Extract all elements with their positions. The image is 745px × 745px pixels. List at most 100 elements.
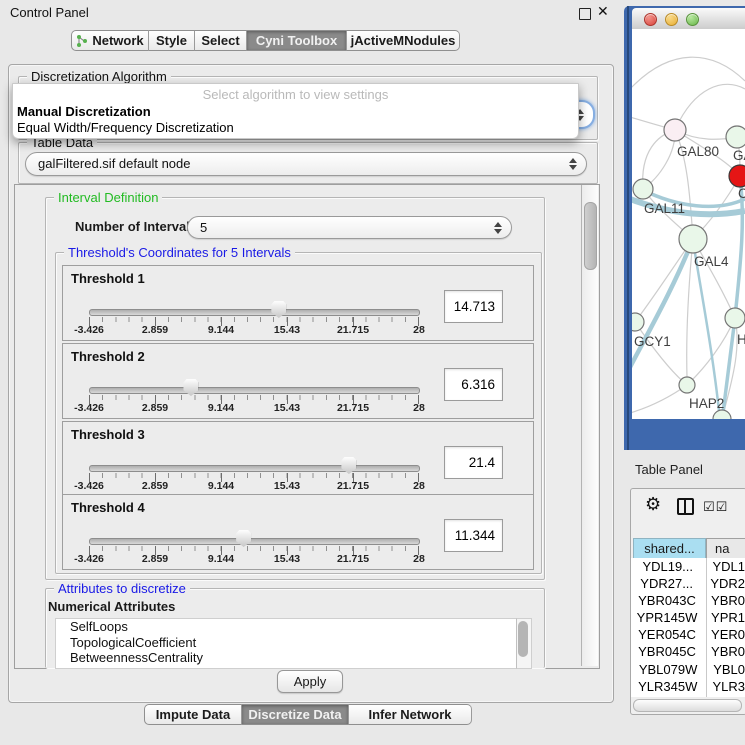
node-hap2[interactable] xyxy=(679,377,695,393)
slider-track[interactable] xyxy=(89,387,420,394)
cell-shared-name[interactable]: YBR043C xyxy=(631,592,703,609)
node-label: GA xyxy=(733,148,745,163)
table-row[interactable]: YDL19...YDL1 xyxy=(631,558,745,575)
threshold-label: Threshold 3 xyxy=(71,427,145,442)
slider-tick-labels: -3.4262.8599.14415.4321.71528 xyxy=(89,480,419,492)
node-gal11[interactable] xyxy=(633,179,653,199)
slider-tick-labels: -3.4262.8599.14415.4321.71528 xyxy=(89,324,419,336)
popup-item-manual-discretization[interactable]: Manual Discretization xyxy=(17,104,151,119)
node-gal80[interactable] xyxy=(664,119,686,141)
node-label: H xyxy=(737,332,745,347)
table-row[interactable]: YBR045CYBR0 xyxy=(631,643,745,660)
list-item[interactable]: SelfLoops xyxy=(56,619,517,635)
column-header-name[interactable]: na xyxy=(706,538,745,559)
minimize-traffic-light[interactable] xyxy=(665,13,678,26)
threshold-label: Threshold 1 xyxy=(71,271,145,286)
list-item[interactable]: BetweennessCentrality xyxy=(56,650,517,666)
close-traffic-light[interactable] xyxy=(644,13,657,26)
attributes-list-scrollbar-thumb[interactable] xyxy=(518,621,528,657)
zoom-traffic-light[interactable] xyxy=(686,13,699,26)
table-row[interactable]: YDR27...YDR2 xyxy=(631,575,745,592)
threshold-value-input[interactable]: 11.344 xyxy=(444,519,503,552)
app-root: { "titlebar": { "title": "Control Panel"… xyxy=(0,0,745,745)
apply-button[interactable]: Apply xyxy=(277,670,343,693)
cell-name[interactable]: YDR2 xyxy=(702,575,745,592)
close-icon[interactable]: ✕ xyxy=(597,3,609,20)
slider-tick-labels: -3.4262.8599.14415.4321.71528 xyxy=(89,402,419,414)
threshold-value-input[interactable]: 21.4 xyxy=(444,446,503,479)
table-data-combobox[interactable]: galFiltered.sif default node xyxy=(25,152,587,176)
threshold-value-input[interactable]: 14.713 xyxy=(444,290,503,323)
cell-name[interactable]: YER0 xyxy=(703,626,745,643)
cell-shared-name[interactable]: YLR345W xyxy=(631,678,704,695)
cell-name[interactable]: YIL0 xyxy=(706,695,741,697)
tab-jactivemnodules[interactable]: jActiveMNodules xyxy=(347,30,460,51)
node-h[interactable] xyxy=(725,308,745,328)
gear-icon[interactable]: ⚙ xyxy=(645,495,661,513)
cell-name[interactable]: YLR3 xyxy=(704,678,745,695)
cell-name[interactable]: YBR0 xyxy=(703,643,745,660)
threshold-value-input[interactable]: 6.316 xyxy=(444,368,503,401)
table-row[interactable]: YBR043CYBR0 xyxy=(631,592,745,609)
algorithm-popup: Select algorithm to view settings Manual… xyxy=(12,83,579,139)
num-intervals-combobox[interactable]: 5 xyxy=(187,216,512,239)
cell-shared-name[interactable]: YDL19... xyxy=(631,558,704,575)
tab-infer-network[interactable]: Infer Network xyxy=(349,704,472,725)
node-red-selected[interactable] xyxy=(729,165,745,187)
node-label: GCY1 xyxy=(634,334,671,349)
bottom-tab-bar: Impute Data Discretize Data Infer Networ… xyxy=(144,704,472,725)
cell-shared-name[interactable]: YDR27... xyxy=(631,575,702,592)
table-row[interactable]: YER054CYER0 xyxy=(631,626,745,643)
table-row[interactable]: YBL079WYBL0 xyxy=(631,661,745,678)
node-label: GAL4 xyxy=(694,254,729,269)
tab-jactivemnodules-label: jActiveMNodules xyxy=(351,30,456,51)
table-row[interactable]: YLR345WYLR3 xyxy=(631,678,745,695)
node-label: GAL80 xyxy=(677,144,719,159)
tab-style[interactable]: Style xyxy=(149,30,195,51)
threshold-3-panel: Threshold 3 -3.4262.8599.14415.4321.7152… xyxy=(62,421,534,497)
table-panel-title: Table Panel xyxy=(635,462,703,477)
network-window[interactable]: GAL80 GA C GAL11 GAL4 GCY1 H HAP2 xyxy=(624,6,745,450)
cell-shared-name[interactable]: YPR145W xyxy=(631,609,703,626)
popup-item-equal-width-frequency[interactable]: Equal Width/Frequency Discretization xyxy=(17,120,234,135)
cell-shared-name[interactable]: YBL079W xyxy=(631,661,705,678)
node-ga[interactable] xyxy=(726,126,745,148)
cell-shared-name[interactable]: YBR045C xyxy=(631,643,703,660)
cell-name[interactable]: YDL1 xyxy=(704,558,745,575)
cell-shared-name[interactable]: YER054C xyxy=(631,626,703,643)
slider-track[interactable] xyxy=(89,538,420,545)
network-window-titlebar[interactable] xyxy=(632,8,745,30)
cell-name[interactable]: YPR1 xyxy=(703,609,745,626)
window-frame-edge xyxy=(627,6,629,450)
node-gal4[interactable] xyxy=(679,225,707,253)
tab-select[interactable]: Select xyxy=(195,30,247,51)
tab-network[interactable]: Network xyxy=(71,30,149,51)
cell-name[interactable]: YBL0 xyxy=(705,661,745,678)
slider-track[interactable] xyxy=(89,309,420,316)
node-gcy1[interactable] xyxy=(632,313,644,331)
top-tab-bar: Network Style Select Cyni Toolbox jActiv… xyxy=(71,30,460,51)
cell-name[interactable]: YBR0 xyxy=(703,592,745,609)
vertical-scrollbar-thumb[interactable] xyxy=(584,202,597,270)
float-window-icon[interactable] xyxy=(579,8,591,20)
cell-shared-name[interactable]: YIL052C xyxy=(631,695,706,697)
tab-discretize-data[interactable]: Discretize Data xyxy=(242,704,349,725)
node-label: HAP2 xyxy=(689,396,724,411)
table-row[interactable]: YPR145WYPR1 xyxy=(631,609,745,626)
network-icon xyxy=(76,35,88,47)
slider-track[interactable] xyxy=(89,465,420,472)
tab-impute-data[interactable]: Impute Data xyxy=(144,704,242,725)
list-item[interactable]: TopologicalCoefficient xyxy=(56,635,517,651)
table-row[interactable]: YIL052CYIL0 xyxy=(631,695,745,697)
popup-prompt-item[interactable]: Select algorithm to view settings xyxy=(13,87,578,102)
tab-cyni-toolbox[interactable]: Cyni Toolbox xyxy=(247,30,347,51)
table-data-selected-value: galFiltered.sif default node xyxy=(38,156,190,171)
select-columns-icons[interactable]: ☑☑ xyxy=(703,499,728,515)
column-header-shared-name[interactable]: shared... xyxy=(633,538,706,559)
node-label: GAL11 xyxy=(644,201,685,216)
horizontal-scrollbar[interactable] xyxy=(633,699,742,712)
split-panel-icon[interactable] xyxy=(677,498,694,515)
node-partial-bottom[interactable] xyxy=(713,410,731,419)
network-canvas[interactable]: GAL80 GA C GAL11 GAL4 GCY1 H HAP2 xyxy=(632,29,745,419)
threshold-label: Threshold 4 xyxy=(71,500,145,515)
